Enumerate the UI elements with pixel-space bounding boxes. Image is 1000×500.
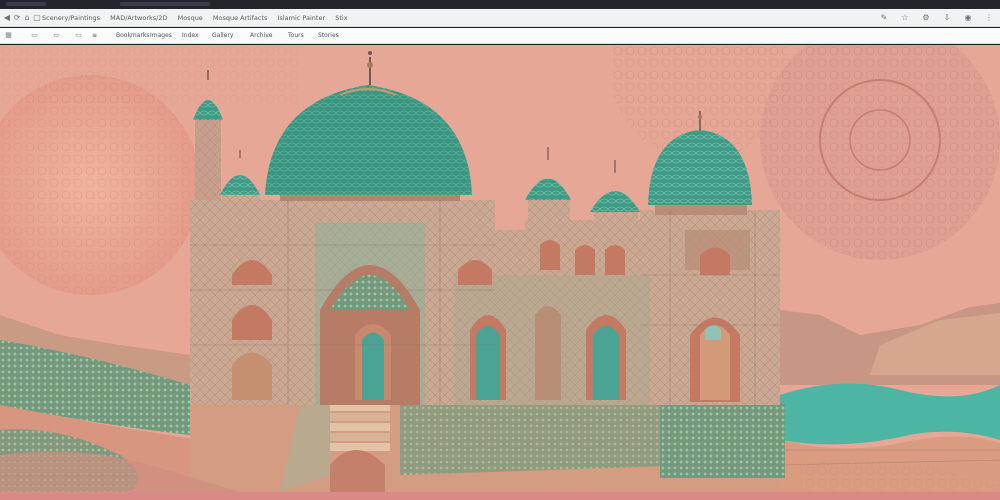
bookmark-item[interactable]: ≡ [92,30,97,42]
extension-icon[interactable]: ✎ [879,12,889,23]
browser-toolbar: ◀ ⟳ ⌂ ▢ Scenery/Paintings MAD/Artworks/2… [0,9,1000,27]
bookmark-item[interactable]: Images [150,30,172,42]
title-bar [0,0,1000,9]
artwork-viewport [0,45,1000,492]
bookmark-item[interactable]: Gallery [212,30,233,42]
star-icon[interactable]: ☆ [900,12,910,23]
mosque-painting [0,45,1000,492]
download-icon[interactable]: ⇩ [942,12,952,23]
mosque-building [190,200,780,405]
title-bar-tab[interactable] [120,2,210,6]
url-segment: Mosque Artifacts [212,14,268,22]
url-segment: Stix [335,14,348,22]
reload-icon[interactable]: ⟳ [12,13,22,23]
url-segment: MAD/Artworks/2D [110,14,168,22]
site-info-icon[interactable]: ▢ [32,13,42,23]
bookmark-item[interactable]: Bookmarks [116,30,150,42]
title-bar-tab[interactable] [6,2,46,6]
bookmarks-bar: ▦ ▭ ▭ ▭ ≡ Bookmarks Images Index Gallery… [0,28,1000,44]
toolbar-actions: ✎ ☆ ⚙ ⇩ ◉ ⋮ [879,12,994,23]
url-segment: Islamic Painter [277,14,326,22]
home-icon[interactable]: ⌂ [22,13,32,23]
bottom-strip [0,492,1000,500]
bookmark-item[interactable]: Stories [318,30,339,42]
profile-icon[interactable]: ◉ [963,12,973,23]
apps-icon[interactable]: ▦ [4,31,13,40]
back-icon[interactable]: ◀ [2,13,12,23]
settings-icon[interactable]: ⚙ [921,12,931,23]
menu-icon[interactable]: ⋮ [984,12,994,23]
bookmark-item[interactable]: Index [182,30,199,42]
folder-icon[interactable]: ▭ [74,31,83,40]
url-segment: Mosque [177,14,203,22]
folder-icon[interactable]: ▭ [30,31,39,40]
garden-plot [660,403,785,478]
bookmark-item[interactable]: Tours [288,30,304,42]
bookmark-item[interactable]: Archive [250,30,272,42]
browser-window: ◀ ⟳ ⌂ ▢ Scenery/Paintings MAD/Artworks/2… [0,0,1000,500]
address-bar[interactable]: Scenery/Paintings MAD/Artworks/2D Mosque… [42,12,356,24]
url-segment: Scenery/Paintings [42,14,101,22]
folder-icon[interactable]: ▭ [52,31,61,40]
